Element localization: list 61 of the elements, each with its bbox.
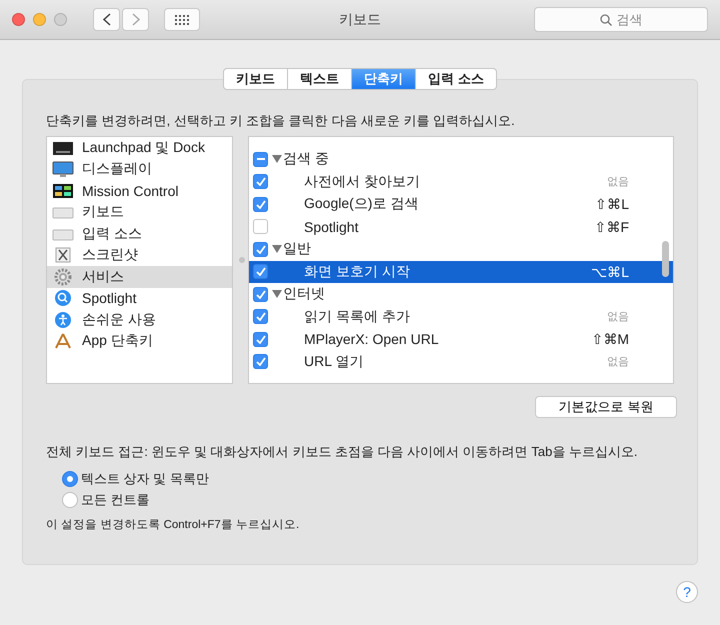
shortcut-row[interactable]: 검색 중 (249, 148, 673, 170)
hint-text: 이 설정을 변경하도록 Control+F7를 누르십시오. (46, 518, 300, 532)
shortcut-row[interactable]: Spotlight ⇧⌘F (249, 216, 673, 238)
shortcut-row[interactable]: 인터넷 (249, 283, 673, 306)
checkbox[interactable] (253, 219, 268, 234)
scrollbar-thumb[interactable] (662, 241, 669, 277)
checkbox[interactable] (253, 309, 268, 324)
checkbox[interactable] (253, 152, 268, 167)
shortcut-row[interactable]: URL 열기 없음 (249, 350, 673, 373)
tab[interactable]: 입력 소스 (416, 68, 497, 90)
category-item[interactable]: 디스플레이 (47, 158, 232, 180)
category-item[interactable]: 스크린샷 (47, 244, 232, 266)
checkbox[interactable] (253, 332, 268, 347)
tab[interactable]: 텍스트 (288, 68, 352, 90)
gear-icon (52, 268, 74, 286)
dot-grid-icon (175, 14, 189, 24)
chevron-left-icon (102, 13, 110, 26)
radio-button[interactable] (62, 492, 78, 508)
disclosure-triangle-icon[interactable] (272, 245, 282, 254)
disclosure-triangle-icon[interactable] (272, 290, 282, 298)
grid-button[interactable] (164, 8, 200, 31)
instruction-text: 단축키를 변경하려면, 선택하고 키 조합을 클릭한 다음 새로운 키를 입력하십시오. (46, 112, 516, 130)
close-button[interactable] (12, 13, 25, 26)
window-title: 키보드 (339, 10, 381, 26)
category-item[interactable]: 입력 소스 (47, 223, 232, 244)
chevron-right-icon (132, 13, 140, 26)
shortcut-row[interactable]: 사전에서 찾아보기 없음 (249, 170, 673, 193)
checkbox[interactable] (253, 264, 268, 280)
category-item[interactable]: Launchpad 및 Dock (47, 137, 232, 158)
disclosure-triangle-icon[interactable] (272, 155, 282, 164)
keyboard-access-text: 전체 키보드 접근: 윈도우 및 대화상자에서 키보드 초점을 다음 사이에서 이동하려면 Tab을 누르십시오. (46, 443, 639, 461)
help-button[interactable]: ? (676, 581, 698, 603)
category-item[interactable]: 손쉬운 사용 (47, 309, 232, 330)
category-item[interactable]: Mission Control (47, 180, 232, 202)
shortcut-row[interactable]: 화면 보호기 시작 ⌥⌘L (249, 260, 673, 283)
dock-icon (52, 140, 74, 156)
radio-label[interactable]: 모든 컨트롤 (81, 491, 150, 509)
checkbox[interactable] (253, 196, 268, 212)
checkbox[interactable] (253, 174, 268, 190)
monitor-icon (52, 161, 74, 178)
category-item[interactable]: App 단축키 (47, 330, 232, 352)
shortcut-row[interactable]: 읽기 목록에 추가 없음 (249, 306, 673, 328)
shortcut-row[interactable]: Google(으)로 검색 ⇧⌘L (249, 193, 673, 216)
category-item[interactable]: 서비스 (47, 266, 232, 288)
shortcut-row[interactable]: MPlayerX: Open URL ⇧⌘M (249, 328, 673, 350)
radio-label[interactable]: 텍스트 상자 및 목록만 (81, 470, 209, 488)
split-handle[interactable] (239, 257, 245, 263)
checkbox[interactable] (253, 354, 268, 370)
tab[interactable]: 키보드 (223, 68, 288, 90)
checkbox[interactable] (253, 242, 268, 257)
search-icon (600, 14, 612, 26)
shortcut-row[interactable]: 일반 (249, 238, 673, 260)
category-item[interactable]: Spotlight (47, 288, 232, 309)
windows-grid-icon (52, 182, 74, 199)
checkbox[interactable] (253, 286, 268, 302)
back-button[interactable] (93, 8, 120, 31)
restore-defaults-button[interactable]: 기본값으로 복원 (535, 396, 677, 418)
magnifier-icon (52, 289, 74, 308)
category-item[interactable]: 키보드 (47, 202, 232, 223)
radio-button[interactable] (62, 471, 78, 487)
accessibility-icon (52, 310, 74, 329)
